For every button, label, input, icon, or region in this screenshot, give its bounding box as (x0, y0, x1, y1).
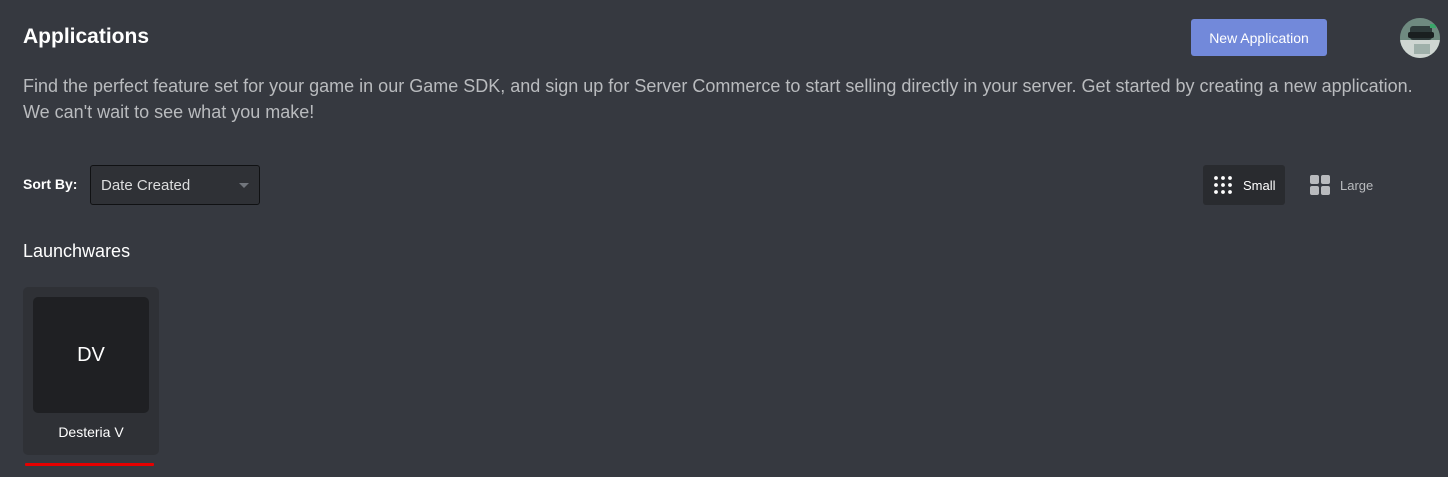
avatar[interactable] (1400, 18, 1440, 58)
sort-label: Sort By: (23, 176, 78, 192)
new-application-button[interactable]: New Application (1191, 19, 1327, 56)
dots-grid-icon (1214, 176, 1232, 194)
squares-grid-icon (1310, 175, 1330, 195)
sort-select-value: Date Created (101, 177, 191, 194)
application-card[interactable]: DV Desteria V (23, 287, 159, 455)
team-section-title: Launchwares (23, 241, 131, 261)
avatar-image (1400, 18, 1440, 58)
view-large-label: Large (1340, 177, 1374, 193)
sort-select[interactable]: Date Created (90, 165, 260, 205)
application-icon: DV (33, 297, 149, 413)
view-toggle-small[interactable]: Small (1203, 165, 1285, 205)
view-toggle-large[interactable]: Large (1300, 165, 1384, 205)
chevron-down-icon (239, 183, 249, 188)
page-title: Applications (23, 25, 150, 48)
page-description: Find the perfect feature set for your ga… (23, 76, 1413, 122)
application-name: Desteria V (58, 424, 124, 440)
view-small-label: Small (1243, 177, 1276, 193)
annotation-underline (25, 463, 154, 466)
